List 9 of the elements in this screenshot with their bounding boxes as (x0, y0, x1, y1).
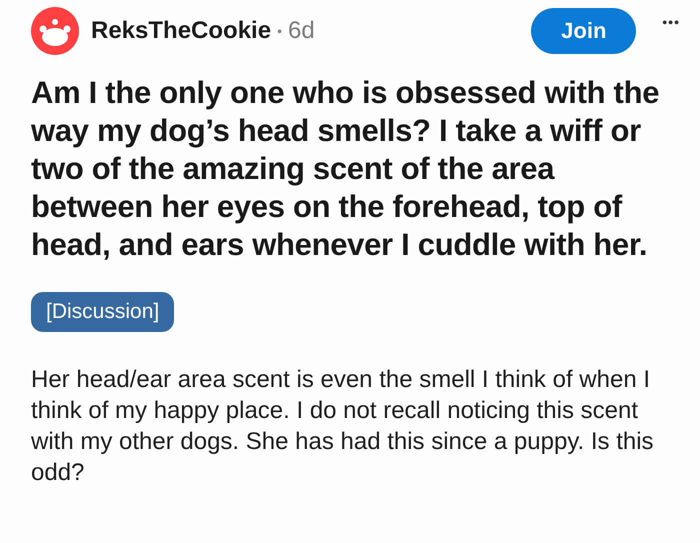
avatar-icon (31, 7, 79, 55)
post-age: 6d (288, 17, 315, 45)
separator-dot: • (277, 23, 282, 39)
author-name[interactable]: ReksTheCookie (91, 17, 272, 45)
flair-tag[interactable]: [Discussion] (31, 292, 174, 332)
join-button[interactable]: Join (531, 8, 636, 54)
post-body: Her head/ear area scent is even the smell I think of when I think of my happy place. I do not recall noticing this scent with my other dogs. She has had this since a puppy. Is this odd? (31, 365, 655, 488)
post-title: Am I the only one who is obsessed with the way my dog’s head smells? I take a wiff or two of the amazing scent of the area between her eyes on the forehead, top of head, and ears whenever I cuddle with her. (31, 74, 660, 264)
more-button[interactable]: ••• (662, 14, 680, 30)
